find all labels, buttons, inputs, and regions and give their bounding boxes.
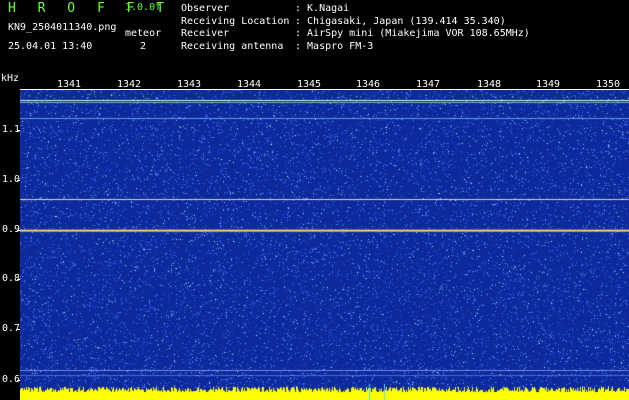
meteor-count: 2 [140,41,147,52]
app-version: 1.0.0f [125,2,162,13]
y-axis: 1.1 1.0 0.9 0.8 0.7 0.6 [0,90,20,400]
meta-value: : AirSpy mini (Miakejima VOR 108.65MHz) [295,28,530,39]
meta-label: Receiving antenna [181,40,284,52]
meteor-label: meteor [125,28,162,39]
meta-value: : Maspro FM-3 [295,40,374,52]
observation-metadata: Observer : K.Nagai Receiving Location : Ch… [181,3,530,53]
meta-label: Receiver [181,28,230,39]
meta-value: : K.Nagai [295,3,350,14]
header-panel: H R O F F T 1.0.0f KN9_2504011340.png me… [0,0,629,78]
file-name: KN9_2504011340.png [8,22,117,33]
meta-label: Receiving Location [181,15,290,27]
meta-row-location: Receiving Location : Chigasaki, Japan (13… [181,16,530,29]
spectrogram-plot[interactable] [20,90,629,400]
spectrogram-canvas [20,90,629,400]
meta-row-observer: Observer : K.Nagai [181,3,530,16]
capture-datetime: 25.04.01 13:40 [8,41,93,52]
meta-row-receiver: Receiver : AirSpy mini (Miakejima VOR 108… [181,28,530,41]
meta-row-antenna: Receiving antenna : Maspro FM-3 [181,41,530,54]
meta-label: Observer [181,3,230,14]
meta-value: : Chigasaki, Japan (139.414 35.340) [295,15,506,27]
